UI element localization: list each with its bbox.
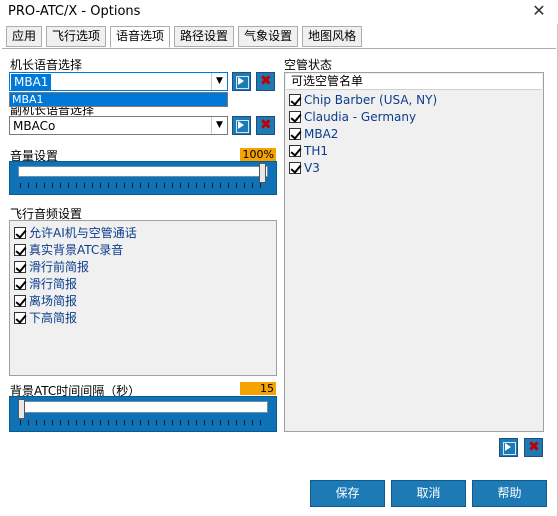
save-button[interactable]: 保存 xyxy=(310,480,385,507)
tab-path-settings[interactable]: 路径设置 xyxy=(174,26,235,47)
checkbox-real-atc-recording[interactable]: 真实背景ATC录音 xyxy=(14,241,123,258)
atc-status-label: 空管状态 xyxy=(284,58,333,72)
tab-weather-settings[interactable]: 气象设置 xyxy=(238,26,299,47)
volume-value-badge: 100% xyxy=(240,148,276,161)
delete-icon[interactable]: ✖ xyxy=(256,116,275,135)
checkbox-icon[interactable] xyxy=(14,260,26,273)
play-icon[interactable] xyxy=(499,438,518,457)
atc-item-label: Chip Barber (USA, NY) xyxy=(304,93,438,107)
checkbox-icon[interactable] xyxy=(14,226,26,239)
volume-ticks xyxy=(20,183,268,188)
atc-item-v3[interactable]: V3 xyxy=(289,161,320,175)
checkbox-descent-briefing[interactable]: 下高简报 xyxy=(14,309,77,326)
checkbox-ai-atc-talk[interactable]: 允许AI机与空管通话 xyxy=(14,224,137,241)
atc-interval-ticks xyxy=(20,420,268,425)
atc-item-th1[interactable]: TH1 xyxy=(289,144,328,158)
checkbox-label: 下高简报 xyxy=(29,311,78,325)
checkbox-taxi-briefing[interactable]: 滑行简报 xyxy=(14,275,77,292)
checkbox-label: 滑行前简报 xyxy=(29,260,90,274)
play-icon[interactable] xyxy=(232,72,251,91)
delete-icon[interactable]: ✖ xyxy=(524,438,543,457)
checkbox-icon[interactable] xyxy=(14,294,26,307)
atc-item-mba2[interactable]: MBA2 xyxy=(289,127,338,141)
captain-voice-dropdown-item[interactable]: MBA1 xyxy=(9,92,228,107)
atc-item-label: V3 xyxy=(304,161,320,175)
title-bar: PRO-ATC/X - Options ✕ xyxy=(0,0,558,24)
chevron-down-icon[interactable]: ▼ xyxy=(211,117,227,134)
atc-item-chip-barber[interactable]: Chip Barber (USA, NY) xyxy=(289,93,437,107)
tab-bar: 应用 飞行选项 语音选项 路径设置 气象设置 地图风格 xyxy=(6,26,363,48)
options-window: PRO-ATC/X - Options ✕ 应用 飞行选项 语音选项 路径设置 … xyxy=(0,0,558,516)
tab-map-style[interactable]: 地图风格 xyxy=(302,26,363,47)
atc-interval-track xyxy=(18,401,268,413)
checkbox-label: 真实背景ATC录音 xyxy=(29,243,124,257)
captain-voice-label: 机长语音选择 xyxy=(10,58,83,72)
atc-interval-value-badge: 15 xyxy=(240,382,276,395)
captain-voice-value: MBA1 xyxy=(11,74,52,90)
atc-controller-list: 可选空管名单 Chip Barber (USA, NY) Claudia - G… xyxy=(284,72,544,432)
tab-app[interactable]: 应用 xyxy=(6,26,43,47)
volume-track xyxy=(18,166,268,177)
atc-interval-thumb[interactable] xyxy=(18,399,25,419)
checkbox-icon[interactable] xyxy=(289,145,301,157)
flight-audio-list: 允许AI机与空管通话 真实背景ATC录音 滑行前简报 滑行简报 离场简报 下高简… xyxy=(9,220,277,376)
checkbox-icon[interactable] xyxy=(14,311,26,324)
checkbox-icon[interactable] xyxy=(289,111,301,123)
atc-item-claudia[interactable]: Claudia - Germany xyxy=(289,110,416,124)
atc-item-label: TH1 xyxy=(304,144,328,158)
tab-flight-options[interactable]: 飞行选项 xyxy=(46,26,107,47)
close-icon[interactable]: ✕ xyxy=(530,2,548,20)
atc-item-label: Claudia - Germany xyxy=(304,110,417,124)
atc-list-header[interactable]: 可选空管名单 xyxy=(286,74,542,90)
checkbox-icon[interactable] xyxy=(289,162,301,174)
checkbox-icon[interactable] xyxy=(289,94,301,106)
tab-voice-options[interactable]: 语音选项 xyxy=(110,26,171,48)
checkbox-icon[interactable] xyxy=(14,277,26,290)
window-title: PRO-ATC/X - Options xyxy=(8,4,141,19)
volume-slider[interactable] xyxy=(9,161,277,195)
chevron-down-icon[interactable]: ▼ xyxy=(211,73,227,90)
checkbox-label: 离场简报 xyxy=(29,294,78,308)
copilot-voice-value: MBACo xyxy=(13,119,56,133)
captain-voice-select[interactable]: MBA1 ▼ xyxy=(9,72,228,91)
volume-thumb[interactable] xyxy=(259,163,266,183)
checkbox-label: 允许AI机与空管通话 xyxy=(29,226,137,240)
checkbox-pre-taxi-briefing[interactable]: 滑行前简报 xyxy=(14,258,89,275)
help-button[interactable]: 帮助 xyxy=(472,480,547,507)
atc-item-label: MBA2 xyxy=(304,127,339,141)
delete-icon[interactable]: ✖ xyxy=(256,72,275,91)
cancel-button[interactable]: 取消 xyxy=(391,480,466,507)
copilot-voice-select[interactable]: MBACo ▼ xyxy=(9,116,228,135)
checkbox-departure-briefing[interactable]: 离场简报 xyxy=(14,292,77,309)
checkbox-icon[interactable] xyxy=(289,128,301,140)
atc-interval-slider[interactable] xyxy=(9,396,277,432)
checkbox-icon[interactable] xyxy=(14,243,26,256)
checkbox-label: 滑行简报 xyxy=(29,277,78,291)
play-icon[interactable] xyxy=(232,116,251,135)
